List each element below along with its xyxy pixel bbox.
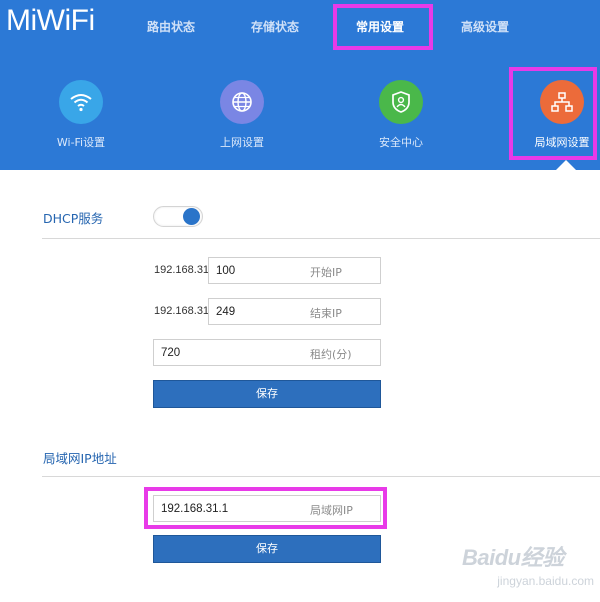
start-ip-prefix: 192.168.31: [154, 264, 210, 276]
active-pointer: [556, 160, 576, 170]
end-ip-field[interactable]: 结束IP: [208, 298, 381, 325]
subnav-internet-settings[interactable]: 上网设置: [197, 80, 287, 150]
dhcp-toggle[interactable]: [153, 206, 203, 227]
end-ip-prefix: 192.168.31: [154, 305, 210, 317]
highlight-box-lan-ip: [144, 487, 387, 529]
subnav-wifi-label: Wi-Fi设置: [56, 136, 106, 149]
tab-storage-status[interactable]: 存储状态: [251, 18, 299, 35]
subnav-wifi-settings[interactable]: Wi-Fi设置: [36, 80, 126, 150]
watermark-url: jingyan.baidu.com: [497, 574, 594, 588]
start-ip-field[interactable]: 开始IP: [208, 257, 381, 284]
baidu-watermark: Baidu经验 jingyan.baidu.com: [462, 540, 598, 598]
tab-advanced-settings[interactable]: 高级设置: [461, 18, 509, 35]
header-bar: MiWiFi 路由状态 存储状态 常用设置 高级设置 Wi-Fi设置 上网设置 …: [0, 0, 600, 170]
lease-input[interactable]: [154, 340, 380, 365]
dhcp-save-button[interactable]: 保存: [153, 380, 381, 408]
lan-ip-save-button[interactable]: 保存: [153, 535, 381, 563]
watermark-logo-text: Baidu经验: [462, 545, 564, 570]
end-ip-input[interactable]: [209, 299, 380, 324]
tab-router-status[interactable]: 路由状态: [147, 18, 195, 35]
wifi-icon: [59, 80, 103, 124]
subnav-security-label: 安全中心: [379, 136, 423, 149]
divider: [42, 476, 600, 477]
shield-icon: [379, 80, 423, 124]
lease-field[interactable]: 租约(分): [153, 339, 381, 366]
start-ip-input[interactable]: [209, 258, 380, 283]
subnav-security-center[interactable]: 安全中心: [356, 80, 446, 150]
globe-icon: [220, 80, 264, 124]
top-nav: 路由状态 存储状态 常用设置 高级设置: [0, 0, 600, 56]
subnav-internet-label: 上网设置: [220, 136, 264, 149]
dhcp-section-title: DHCP服务: [43, 211, 104, 226]
lan-ip-section-title: 局域网IP地址: [43, 451, 117, 466]
toggle-knob: [183, 208, 200, 225]
highlight-box-tab: [333, 4, 433, 50]
divider: [42, 238, 600, 239]
highlight-box-lan: [509, 67, 597, 160]
